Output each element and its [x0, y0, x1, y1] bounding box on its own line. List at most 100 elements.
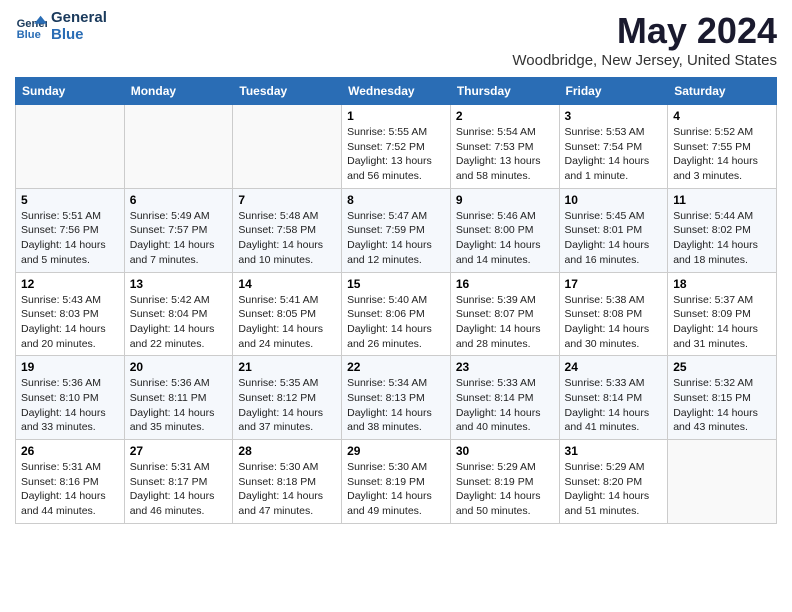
calendar-week-row: 5 Sunrise: 5:51 AMSunset: 7:56 PMDaylight…	[16, 188, 777, 272]
day-info: Sunrise: 5:43 AMSunset: 8:03 PMDaylight:…	[21, 293, 119, 352]
day-info: Sunrise: 5:31 AMSunset: 8:17 PMDaylight:…	[130, 460, 228, 519]
calendar-cell: 1Sunrise: 5:55 AMSunset: 7:52 PMDaylight…	[342, 105, 451, 189]
day-number: 2	[456, 109, 554, 123]
calendar-cell: 16 Sunrise: 5:39 AMSunset: 8:07 PMDayligh…	[450, 272, 559, 356]
day-info: Sunrise: 5:33 AMSunset: 8:14 PMDaylight:…	[456, 376, 554, 435]
title-area: May 2024 Woodbridge, New Jersey, United …	[512, 10, 777, 69]
calendar-cell: 14 Sunrise: 5:41 AMSunset: 8:05 PMDayligh…	[233, 272, 342, 356]
calendar-cell: 18 Sunrise: 5:37 AMSunset: 8:09 PMDayligh…	[668, 272, 777, 356]
day-number: 19	[21, 360, 119, 374]
day-number: 1	[347, 109, 445, 123]
calendar-cell: 11 Sunrise: 5:44 AMSunset: 8:02 PMDayligh…	[668, 188, 777, 272]
calendar-cell: 9Sunrise: 5:46 AMSunset: 8:00 PMDaylight…	[450, 188, 559, 272]
calendar-cell: 15Sunrise: 5:40 AMSunset: 8:06 PMDayligh…	[342, 272, 451, 356]
calendar-cell: 4 Sunrise: 5:52 AMSunset: 7:55 PMDaylight…	[668, 105, 777, 189]
calendar-cell: 12Sunrise: 5:43 AMSunset: 8:03 PMDayligh…	[16, 272, 125, 356]
day-info: Sunrise: 5:52 AMSunset: 7:55 PMDaylight:…	[673, 125, 771, 184]
day-info: Sunrise: 5:48 AMSunset: 7:58 PMDaylight:…	[238, 209, 336, 268]
weekday-header-row: SundayMondayTuesdayWednesdayThursdayFrid…	[16, 78, 777, 105]
day-number: 13	[130, 277, 228, 291]
day-info: Sunrise: 5:30 AMSunset: 8:18 PMDaylight:…	[238, 460, 336, 519]
calendar-cell: 23 Sunrise: 5:33 AMSunset: 8:14 PMDayligh…	[450, 356, 559, 440]
calendar-cell: 30 Sunrise: 5:29 AMSunset: 8:19 PMDayligh…	[450, 440, 559, 524]
day-info: Sunrise: 5:39 AMSunset: 8:07 PMDaylight:…	[456, 293, 554, 352]
day-info: Sunrise: 5:38 AMSunset: 8:08 PMDaylight:…	[565, 293, 663, 352]
calendar-cell: 5 Sunrise: 5:51 AMSunset: 7:56 PMDaylight…	[16, 188, 125, 272]
day-info: Sunrise: 5:45 AMSunset: 8:01 PMDaylight:…	[565, 209, 663, 268]
day-number: 7	[238, 193, 336, 207]
calendar-week-row: 26 Sunrise: 5:31 AMSunset: 8:16 PMDayligh…	[16, 440, 777, 524]
day-number: 29	[347, 444, 445, 458]
calendar-cell: 28Sunrise: 5:30 AMSunset: 8:18 PMDayligh…	[233, 440, 342, 524]
day-info: Sunrise: 5:41 AMSunset: 8:05 PMDaylight:…	[238, 293, 336, 352]
location-subtitle: Woodbridge, New Jersey, United States	[512, 52, 777, 69]
day-info: Sunrise: 5:29 AMSunset: 8:19 PMDaylight:…	[456, 460, 554, 519]
calendar-cell: 19 Sunrise: 5:36 AMSunset: 8:10 PMDayligh…	[16, 356, 125, 440]
calendar-cell: 3 Sunrise: 5:53 AMSunset: 7:54 PMDaylight…	[559, 105, 668, 189]
day-info: Sunrise: 5:32 AMSunset: 8:15 PMDaylight:…	[673, 376, 771, 435]
calendar-cell: 31Sunrise: 5:29 AMSunset: 8:20 PMDayligh…	[559, 440, 668, 524]
logo-line2: Blue	[51, 26, 84, 43]
page-header: General Blue General Blue May 2024 Woodb…	[15, 10, 777, 69]
day-info: Sunrise: 5:54 AMSunset: 7:53 PMDaylight:…	[456, 125, 554, 184]
calendar-cell: 25 Sunrise: 5:32 AMSunset: 8:15 PMDayligh…	[668, 356, 777, 440]
weekday-header: Friday	[559, 78, 668, 105]
month-title: May 2024	[512, 10, 777, 52]
weekday-header: Saturday	[668, 78, 777, 105]
calendar-cell: 29 Sunrise: 5:30 AMSunset: 8:19 PMDayligh…	[342, 440, 451, 524]
day-number: 5	[21, 193, 119, 207]
calendar-cell: 17 Sunrise: 5:38 AMSunset: 8:08 PMDayligh…	[559, 272, 668, 356]
day-info: Sunrise: 5:51 AMSunset: 7:56 PMDaylight:…	[21, 209, 119, 268]
day-info: Sunrise: 5:34 AMSunset: 8:13 PMDaylight:…	[347, 376, 445, 435]
day-info: Sunrise: 5:30 AMSunset: 8:19 PMDaylight:…	[347, 460, 445, 519]
day-info: Sunrise: 5:53 AMSunset: 7:54 PMDaylight:…	[565, 125, 663, 184]
calendar-cell: 8Sunrise: 5:47 AMSunset: 7:59 PMDaylight…	[342, 188, 451, 272]
weekday-header: Thursday	[450, 78, 559, 105]
calendar-week-row: 19 Sunrise: 5:36 AMSunset: 8:10 PMDayligh…	[16, 356, 777, 440]
day-info: Sunrise: 5:36 AMSunset: 8:10 PMDaylight:…	[21, 376, 119, 435]
weekday-header: Sunday	[16, 78, 125, 105]
day-number: 26	[21, 444, 119, 458]
day-number: 24	[565, 360, 663, 374]
logo-line1: General	[51, 9, 107, 26]
calendar-cell: 24Sunrise: 5:33 AMSunset: 8:14 PMDayligh…	[559, 356, 668, 440]
day-number: 11	[673, 193, 771, 207]
day-info: Sunrise: 5:49 AMSunset: 7:57 PMDaylight:…	[130, 209, 228, 268]
calendar-cell	[668, 440, 777, 524]
calendar-cell: 26 Sunrise: 5:31 AMSunset: 8:16 PMDayligh…	[16, 440, 125, 524]
day-number: 6	[130, 193, 228, 207]
day-info: Sunrise: 5:44 AMSunset: 8:02 PMDaylight:…	[673, 209, 771, 268]
day-number: 18	[673, 277, 771, 291]
day-number: 16	[456, 277, 554, 291]
day-number: 8	[347, 193, 445, 207]
calendar-table: SundayMondayTuesdayWednesdayThursdayFrid…	[15, 77, 777, 524]
day-number: 23	[456, 360, 554, 374]
calendar-week-row: 1Sunrise: 5:55 AMSunset: 7:52 PMDaylight…	[16, 105, 777, 189]
day-number: 30	[456, 444, 554, 458]
day-number: 27	[130, 444, 228, 458]
calendar-cell: 6 Sunrise: 5:49 AMSunset: 7:57 PMDaylight…	[124, 188, 233, 272]
calendar-cell	[233, 105, 342, 189]
calendar-cell: 2 Sunrise: 5:54 AMSunset: 7:53 PMDaylight…	[450, 105, 559, 189]
day-info: Sunrise: 5:40 AMSunset: 8:06 PMDaylight:…	[347, 293, 445, 352]
day-info: Sunrise: 5:37 AMSunset: 8:09 PMDaylight:…	[673, 293, 771, 352]
weekday-header: Monday	[124, 78, 233, 105]
day-info: Sunrise: 5:46 AMSunset: 8:00 PMDaylight:…	[456, 209, 554, 268]
day-info: Sunrise: 5:36 AMSunset: 8:11 PMDaylight:…	[130, 376, 228, 435]
day-number: 17	[565, 277, 663, 291]
svg-text:Blue: Blue	[17, 29, 41, 41]
logo: General Blue General Blue	[15, 10, 107, 43]
day-number: 10	[565, 193, 663, 207]
day-number: 3	[565, 109, 663, 123]
calendar-cell: 13Sunrise: 5:42 AMSunset: 8:04 PMDayligh…	[124, 272, 233, 356]
calendar-cell: 20Sunrise: 5:36 AMSunset: 8:11 PMDayligh…	[124, 356, 233, 440]
day-info: Sunrise: 5:31 AMSunset: 8:16 PMDaylight:…	[21, 460, 119, 519]
calendar-cell: 10 Sunrise: 5:45 AMSunset: 8:01 PMDayligh…	[559, 188, 668, 272]
day-number: 25	[673, 360, 771, 374]
logo-icon: General Blue	[15, 11, 47, 43]
calendar-cell: 22 Sunrise: 5:34 AMSunset: 8:13 PMDayligh…	[342, 356, 451, 440]
weekday-header: Wednesday	[342, 78, 451, 105]
day-number: 4	[673, 109, 771, 123]
day-number: 14	[238, 277, 336, 291]
day-number: 22	[347, 360, 445, 374]
